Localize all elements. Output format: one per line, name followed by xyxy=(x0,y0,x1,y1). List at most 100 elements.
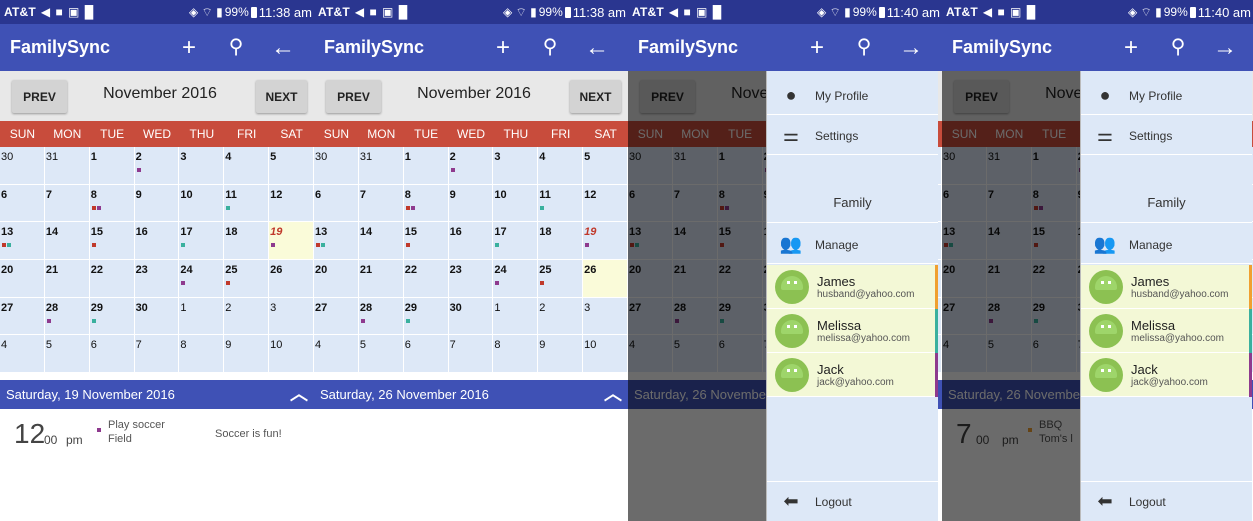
calendar-day-cell[interactable]: 6 xyxy=(403,335,449,373)
calendar-day-cell[interactable]: 28 xyxy=(358,297,404,336)
selected-day-bar[interactable]: Saturday, 19 November 2016 ︿ xyxy=(0,380,314,409)
calendar-day-cell[interactable]: 8 xyxy=(403,184,449,223)
calendar-day-cell[interactable]: 8 xyxy=(89,184,135,223)
calendar-day-cell[interactable]: 1 xyxy=(89,147,135,185)
calendar-day-cell[interactable]: 6 xyxy=(314,184,359,223)
calendar-day-cell[interactable]: 5 xyxy=(358,335,404,373)
calendar-day-cell[interactable]: 7 xyxy=(134,335,180,373)
drawer-scrim[interactable] xyxy=(628,71,766,521)
calendar-day-cell[interactable]: 2 xyxy=(538,297,584,336)
calendar-day-cell[interactable]: 19 xyxy=(583,222,628,260)
calendar-day-cell[interactable]: 4 xyxy=(0,335,45,373)
calendar-day-cell[interactable]: 3 xyxy=(269,297,314,336)
calendar-day-cell[interactable]: 17 xyxy=(179,222,225,260)
plus-icon[interactable]: + xyxy=(802,24,832,71)
chevron-up-icon[interactable]: ︿ xyxy=(290,380,308,409)
calendar-day-cell[interactable]: 9 xyxy=(448,184,494,223)
calendar-day-cell[interactable]: 15 xyxy=(403,222,449,260)
calendar-day-cell[interactable]: 9 xyxy=(134,184,180,223)
next-button[interactable]: NEXT xyxy=(570,80,621,113)
search-icon[interactable]: ⚲ xyxy=(1163,24,1193,71)
prev-button[interactable]: PREV xyxy=(12,80,67,113)
chevron-up-icon[interactable]: ︿ xyxy=(604,380,622,409)
calendar-day-cell[interactable]: 10 xyxy=(493,184,539,223)
calendar-day-cell[interactable]: 18 xyxy=(538,222,584,260)
calendar-day-cell[interactable]: 6 xyxy=(89,335,135,373)
calendar-day-cell[interactable]: 2 xyxy=(134,147,180,185)
calendar-day-cell[interactable]: 25 xyxy=(224,260,270,298)
contact-jack[interactable]: Jack jack@yahoo.com xyxy=(767,353,938,397)
manage-item[interactable]: 👥 Manage xyxy=(767,226,938,264)
calendar-day-cell[interactable]: 1 xyxy=(179,297,225,336)
calendar-day-cell[interactable]: 16 xyxy=(448,222,494,260)
calendar-day-cell[interactable]: 20 xyxy=(314,260,359,298)
calendar-day-cell[interactable]: 20 xyxy=(0,260,45,298)
settings-item[interactable]: ⚌ Settings xyxy=(767,117,938,155)
contact-melissa[interactable]: Melissa melissa@yahoo.com xyxy=(767,309,938,353)
calendar-day-cell[interactable]: 11 xyxy=(538,184,584,223)
calendar-day-cell[interactable]: 30 xyxy=(134,297,180,336)
calendar-day-cell[interactable]: 5 xyxy=(583,147,628,185)
calendar-day-cell[interactable]: 4 xyxy=(224,147,270,185)
calendar-day-cell[interactable]: 31 xyxy=(358,147,404,185)
calendar-day-cell[interactable]: 29 xyxy=(89,297,135,336)
calendar-day-cell[interactable]: 13 xyxy=(314,222,359,260)
plus-icon[interactable]: + xyxy=(1116,24,1146,71)
calendar-day-cell[interactable]: 22 xyxy=(403,260,449,298)
calendar-day-cell[interactable]: 23 xyxy=(134,260,180,298)
my-profile-item[interactable]: ● My Profile xyxy=(767,77,938,115)
next-button[interactable]: NEXT xyxy=(256,80,307,113)
calendar-day-cell[interactable]: 9 xyxy=(224,335,270,373)
arrow-left-icon[interactable]: ← xyxy=(268,24,298,71)
calendar-day-cell[interactable]: 26 xyxy=(269,260,314,298)
calendar-day-cell[interactable]: 6 xyxy=(0,184,45,223)
calendar-day-cell[interactable]: 15 xyxy=(89,222,135,260)
calendar-day-cell[interactable]: 14 xyxy=(358,222,404,260)
arrow-right-icon[interactable]: → xyxy=(896,24,926,71)
calendar-day-cell[interactable]: 3 xyxy=(493,147,539,185)
contact-jack[interactable]: Jack jack@yahoo.com xyxy=(1081,353,1252,397)
calendar-day-cell[interactable]: 28 xyxy=(44,297,90,336)
calendar-day-cell[interactable]: 13 xyxy=(0,222,45,260)
calendar-day-cell[interactable]: 25 xyxy=(538,260,584,298)
calendar-day-cell[interactable]: 30 xyxy=(0,147,45,185)
calendar-day-cell[interactable]: 24 xyxy=(493,260,539,298)
calendar-day-cell[interactable]: 2 xyxy=(224,297,270,336)
calendar-day-cell[interactable]: 12 xyxy=(269,184,314,223)
calendar-day-cell[interactable]: 10 xyxy=(179,184,225,223)
calendar-day-cell[interactable]: 21 xyxy=(44,260,90,298)
contact-james[interactable]: James husband@yahoo.com xyxy=(1081,265,1252,309)
calendar-day-cell[interactable]: 7 xyxy=(448,335,494,373)
selected-day-bar[interactable]: Saturday, 26 November 2016 ︿ xyxy=(314,380,628,409)
plus-icon[interactable]: + xyxy=(174,24,204,71)
prev-button[interactable]: PREV xyxy=(326,80,381,113)
search-icon[interactable]: ⚲ xyxy=(221,24,251,71)
plus-icon[interactable]: + xyxy=(488,24,518,71)
calendar-day-cell[interactable]: 24 xyxy=(179,260,225,298)
calendar-day-cell[interactable]: 26 xyxy=(583,260,628,298)
calendar-day-cell[interactable]: 19 xyxy=(269,222,314,260)
calendar-day-cell[interactable]: 21 xyxy=(358,260,404,298)
arrow-right-icon[interactable]: → xyxy=(1210,24,1240,71)
event-row[interactable]: 12 00 pm Play soccer Field Soccer is fun! xyxy=(0,418,314,458)
arrow-left-icon[interactable]: ← xyxy=(582,24,612,71)
calendar-day-cell[interactable]: 1 xyxy=(403,147,449,185)
search-icon[interactable]: ⚲ xyxy=(535,24,565,71)
calendar-day-cell[interactable]: 3 xyxy=(583,297,628,336)
calendar-day-cell[interactable]: 29 xyxy=(403,297,449,336)
calendar-day-cell[interactable]: 10 xyxy=(583,335,628,373)
search-icon[interactable]: ⚲ xyxy=(849,24,879,71)
calendar-day-cell[interactable]: 9 xyxy=(538,335,584,373)
settings-item[interactable]: ⚌ Settings xyxy=(1081,117,1252,155)
calendar-day-cell[interactable]: 14 xyxy=(44,222,90,260)
calendar-day-cell[interactable]: 5 xyxy=(269,147,314,185)
logout-item[interactable]: ⬅ Logout xyxy=(1081,481,1252,521)
calendar-day-cell[interactable]: 2 xyxy=(448,147,494,185)
calendar-day-cell[interactable]: 18 xyxy=(224,222,270,260)
my-profile-item[interactable]: ● My Profile xyxy=(1081,77,1252,115)
calendar-day-cell[interactable]: 8 xyxy=(493,335,539,373)
calendar-day-cell[interactable]: 12 xyxy=(583,184,628,223)
calendar-day-cell[interactable]: 27 xyxy=(314,297,359,336)
calendar-day-cell[interactable]: 30 xyxy=(448,297,494,336)
calendar-day-cell[interactable]: 8 xyxy=(179,335,225,373)
